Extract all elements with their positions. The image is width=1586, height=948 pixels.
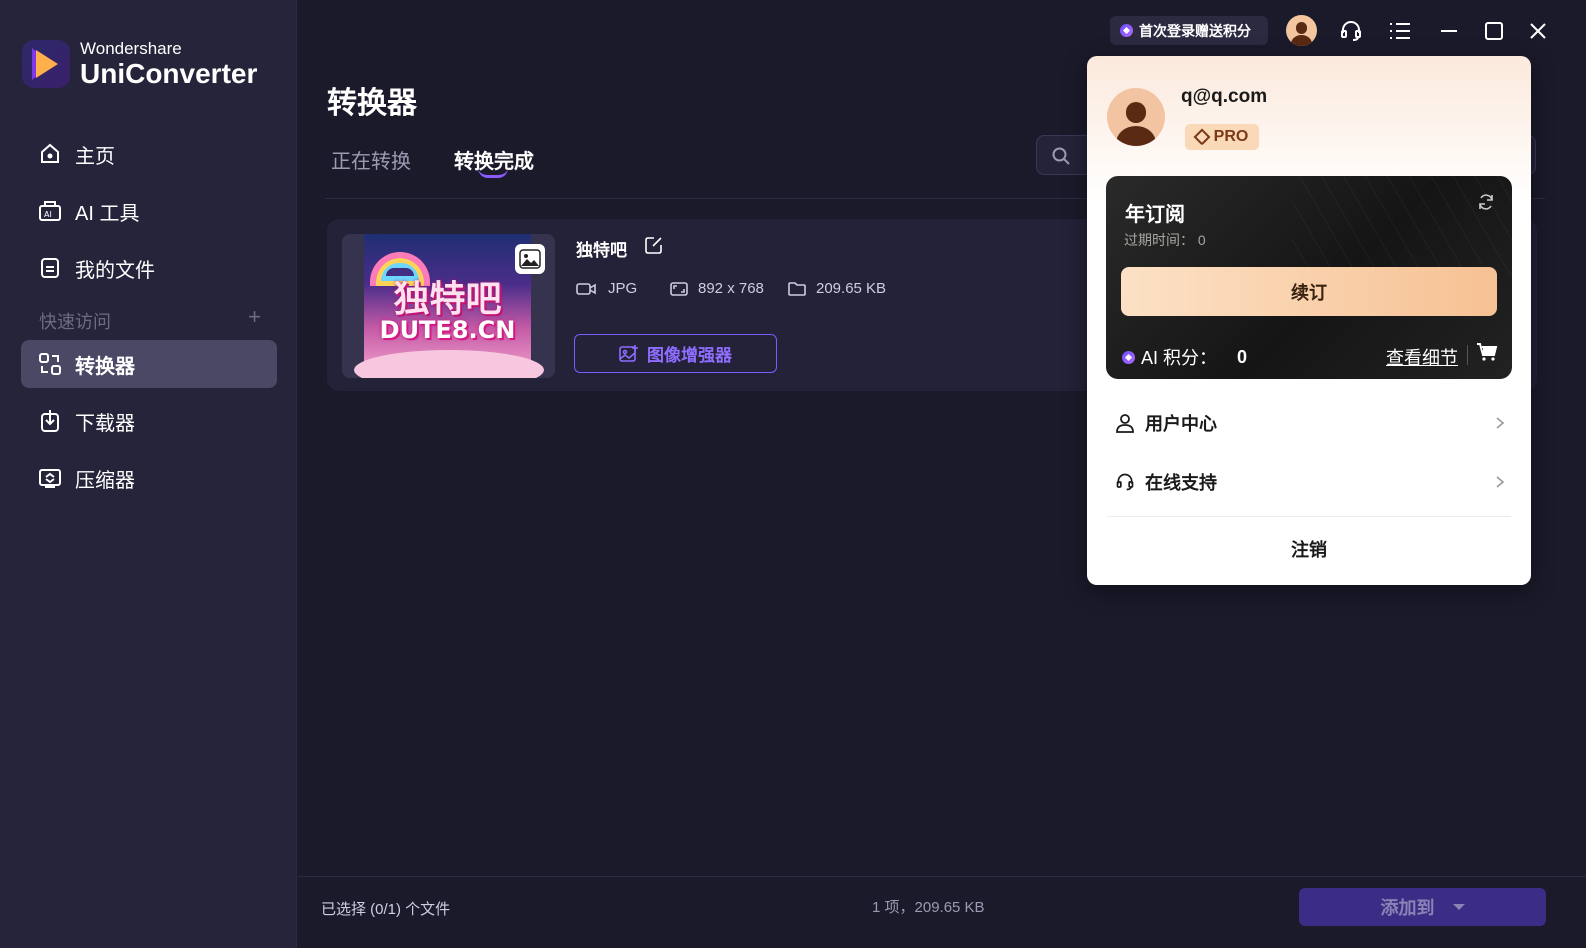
user-center-item[interactable]: 用户中心 (1087, 398, 1531, 448)
file-size: 209.65 KB (788, 280, 886, 297)
online-support-item[interactable]: 在线支持 (1087, 457, 1531, 507)
support-headset-icon (1116, 473, 1134, 491)
quick-access-header: 快速访问 + (39, 306, 261, 334)
resolution-icon (670, 281, 688, 296)
logout-button[interactable]: 注销 (1087, 536, 1531, 562)
resolution-value: 892 x 768 (698, 280, 764, 297)
pro-badge: PRO (1185, 124, 1259, 150)
brand-name: Wondershare (80, 39, 182, 58)
ai-tools-icon: AI (37, 198, 63, 224)
maximize-icon[interactable] (1479, 16, 1509, 46)
sidebar-item-label: 压缩器 (75, 469, 135, 492)
thumbnail-text-main: 独特吧 (393, 279, 502, 320)
chevron-down-icon (1452, 904, 1465, 910)
sidebar-item-label: AI 工具 (75, 202, 140, 225)
product-name: UniConverter (80, 58, 258, 89)
downloader-icon (37, 408, 63, 434)
close-icon[interactable] (1523, 16, 1553, 46)
image-enhance-icon (619, 344, 638, 362)
plan-name: 年订阅 (1125, 204, 1185, 226)
chevron-right-icon (1496, 476, 1505, 488)
folder-icon (788, 281, 806, 296)
image-enhancer-button[interactable]: 图像增强器 (574, 334, 777, 373)
thumbnail-text-url: DUTE8.CN (379, 316, 516, 344)
home-icon (37, 141, 63, 167)
promo-label: 首次登录赠送积分 (1139, 22, 1251, 39)
first-login-promo-button[interactable]: 首次登录赠送积分 (1110, 16, 1268, 45)
renew-label: 续订 (1291, 282, 1327, 303)
sidebar-item-downloader[interactable]: 下载器 (21, 397, 277, 445)
ai-points: AI 积分： 0 (1122, 344, 1247, 370)
thumbnail-image: 独特吧 DUTE8.CN (354, 234, 544, 378)
edit-name-icon[interactable] (645, 236, 663, 259)
active-tab-indicator (478, 168, 508, 178)
account-email: q@q.com (1181, 86, 1268, 107)
sidebar-item-label: 下载器 (75, 412, 135, 435)
points-gem-icon (1122, 350, 1135, 364)
sidebar-item-converter[interactable]: 转换器 (21, 340, 277, 388)
cart-icon[interactable] (1476, 342, 1498, 362)
account-popup: q@q.com PRO 年订阅 过期时间： 0 续订 AI 积分： 0 查看细节… (1087, 56, 1531, 585)
sidebar-item-label: 主页 (75, 145, 115, 168)
quick-access-label: 快速访问 (39, 312, 111, 332)
sidebar: Wondershare UniConverter 主页 AI AI 工具 我的文… (0, 0, 297, 948)
file-format: JPG (576, 280, 637, 297)
format-value: JPG (608, 280, 638, 297)
image-enhancer-label: 图像增强器 (647, 346, 732, 365)
chevron-right-icon (1496, 417, 1505, 429)
add-to-label: 添加到 (1380, 898, 1435, 918)
refresh-icon[interactable] (1476, 192, 1496, 217)
renew-button[interactable]: 续订 (1121, 267, 1497, 316)
uniconverter-logo-icon (22, 40, 70, 88)
image-type-icon (515, 244, 545, 274)
subscription-card: 年订阅 过期时间： 0 续订 AI 积分： 0 查看细节 (1106, 176, 1512, 379)
files-icon (37, 255, 63, 281)
converter-icon (37, 351, 63, 377)
account-avatar-button[interactable] (1286, 15, 1317, 46)
ai-points-value: 0 (1237, 346, 1248, 367)
divider (1107, 516, 1511, 517)
add-to-button[interactable]: 添加到 (1299, 888, 1546, 926)
quick-access-add-button[interactable]: + (248, 306, 261, 334)
pro-badge-label: PRO (1213, 128, 1249, 145)
online-support-label: 在线支持 (1145, 473, 1217, 493)
page-title: 转换器 (327, 87, 417, 120)
tab-converting[interactable]: 正在转换 (331, 145, 411, 174)
ai-points-label: AI 积分： (1141, 348, 1218, 368)
app-logo: Wondershare UniConverter (22, 40, 257, 88)
sidebar-item-label: 转换器 (75, 355, 135, 378)
svg-text:AI: AI (44, 210, 52, 219)
selected-count: 已选择 (0/1) 个文件 (321, 901, 451, 918)
diamond-icon (1193, 128, 1211, 146)
separator (1467, 345, 1468, 365)
sidebar-item-compressor[interactable]: 压缩器 (21, 454, 277, 502)
points-gem-icon (1120, 24, 1133, 37)
sidebar-item-home[interactable]: 主页 (21, 130, 277, 178)
menu-list-icon[interactable] (1385, 16, 1415, 46)
file-name: 独特吧 (576, 241, 627, 260)
sidebar-item-my-files[interactable]: 我的文件 (21, 244, 277, 292)
file-summary: 1 项，209.65 KB (872, 899, 985, 916)
sidebar-item-label: 我的文件 (75, 259, 155, 282)
view-details-link[interactable]: 查看细节 (1386, 344, 1458, 370)
file-resolution: 892 x 768 (670, 280, 764, 297)
sidebar-item-ai-tools[interactable]: AI AI 工具 (21, 187, 277, 235)
user-center-label: 用户中心 (1145, 414, 1217, 434)
support-headset-icon[interactable] (1336, 16, 1366, 46)
compressor-icon (37, 465, 63, 491)
expire-time: 过期时间： 0 (1124, 232, 1206, 248)
minimize-icon[interactable] (1434, 16, 1464, 46)
avatar (1107, 88, 1165, 146)
user-icon (1116, 414, 1134, 433)
video-icon (576, 282, 596, 295)
size-value: 209.65 KB (816, 280, 887, 297)
search-icon (1051, 146, 1071, 171)
